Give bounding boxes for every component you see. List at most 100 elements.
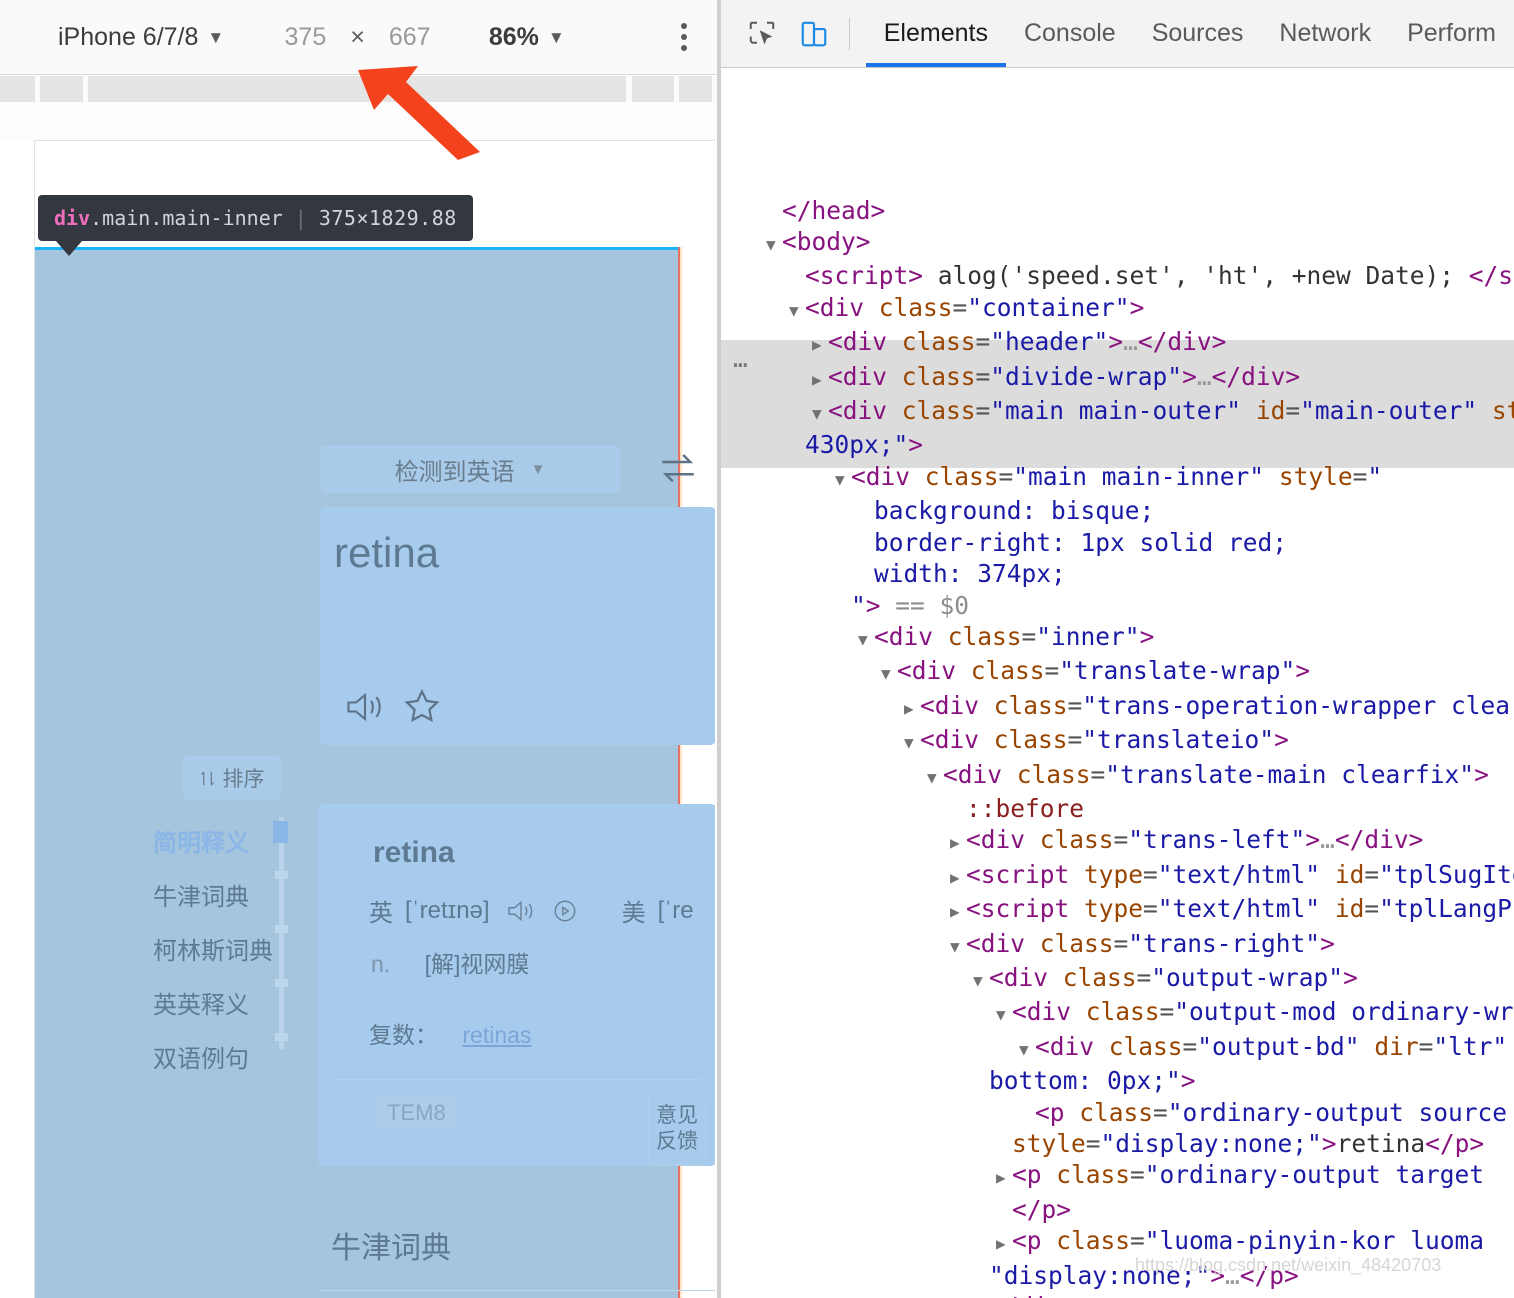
tab-sources[interactable]: Sources <box>1134 1 1262 67</box>
viewport-height-input[interactable] <box>386 21 443 53</box>
plural-link[interactable]: retinas <box>462 1022 531 1048</box>
dom-node-line[interactable]: style="display:none;">retina</p> <box>721 1128 1514 1159</box>
sidebar-item-bilingual-examples[interactable]: 双语例句 <box>145 1029 285 1083</box>
twisty-collapsed-icon[interactable] <box>950 862 966 893</box>
media-query-segment[interactable] <box>632 76 674 102</box>
dom-node-line[interactable]: <div class="main main-outer" id="main-ou… <box>721 395 1514 429</box>
dom-node-line[interactable]: <div class="header">…</div> <box>721 326 1514 360</box>
dom-node-line[interactable]: <div class="trans-right"> <box>721 928 1514 962</box>
tab-label: Console <box>1023 19 1116 47</box>
dom-token: <div <box>805 292 879 322</box>
media-query-segment[interactable] <box>679 76 712 102</box>
dom-token: > <box>1129 292 1145 322</box>
dom-node-line[interactable]: <div class="translateio"> <box>721 724 1514 758</box>
dom-node-line[interactable]: 430px;"> <box>721 429 1514 460</box>
dom-token: = <box>1143 894 1158 924</box>
tab-performance[interactable]: Perform <box>1389 1 1514 67</box>
dom-token: "translateio" <box>1082 725 1275 755</box>
dom-node-line[interactable]: </p> <box>721 1194 1514 1225</box>
twisty-collapsed-icon[interactable] <box>950 896 966 927</box>
viewport-width-input[interactable] <box>274 21 329 53</box>
swap-arrows-icon[interactable] <box>655 448 701 490</box>
dom-node-line[interactable]: <div class="translate-main clearfix"> <box>721 759 1514 793</box>
replay-circle-icon[interactable] <box>550 898 580 924</box>
twisty-expanded-icon[interactable] <box>858 624 874 655</box>
dom-node-line[interactable]: <div class="output-mod ordinary-wra <box>721 996 1514 1030</box>
devtools-panel: Elements Console Sources Network Perform… <box>721 0 1514 1298</box>
twisty-collapsed-icon[interactable] <box>812 364 828 395</box>
oxford-divider <box>318 1290 715 1291</box>
dom-node-line[interactable]: <div class="translate-wrap"> <box>721 655 1514 689</box>
dom-node-line[interactable]: <p class="luoma-pinyin-kor luoma <box>721 1225 1514 1259</box>
inspect-element-icon[interactable] <box>743 12 781 56</box>
twisty-expanded-icon[interactable] <box>812 398 828 429</box>
sidebar-item-oxford[interactable]: 牛津词典 <box>145 867 285 921</box>
media-query-segment[interactable] <box>0 76 35 102</box>
tab-network[interactable]: Network <box>1261 1 1389 67</box>
dom-node-line[interactable]: <p class="ordinary-output target <box>721 1159 1514 1193</box>
dom-node-line[interactable]: </head> <box>721 195 1514 226</box>
dom-node-line[interactable]: <div class="container"> <box>721 292 1514 326</box>
twisty-collapsed-icon[interactable] <box>950 827 966 858</box>
dom-token: <div <box>943 759 1017 789</box>
twisty-expanded-icon[interactable] <box>927 762 943 793</box>
twisty-expanded-icon[interactable] <box>1019 1034 1035 1065</box>
twisty-collapsed-icon[interactable] <box>812 329 828 360</box>
device-toolbar-icon[interactable] <box>795 12 833 56</box>
dictionary-side-nav[interactable]: 简明释义 牛津词典 柯林斯词典 英英释义 双语例句 <box>145 813 285 1083</box>
dom-node-line[interactable]: <div class="inner"> <box>721 621 1514 655</box>
nav-label: 双语例句 <box>153 1045 249 1073</box>
twisty-expanded-icon[interactable] <box>950 931 966 962</box>
dom-node-line[interactable]: bottom: 0px;"> <box>721 1065 1514 1096</box>
dom-node-line[interactable]: <div class="output-wrap"> <box>721 962 1514 996</box>
dom-node-line[interactable]: background: bisque; <box>721 495 1514 526</box>
twisty-collapsed-icon[interactable] <box>996 1162 1012 1193</box>
device-preset-dropdown[interactable]: iPhone 6/7/8 ▼ <box>58 23 224 52</box>
dom-token: > <box>865 590 881 620</box>
speaker-icon[interactable] <box>345 689 385 725</box>
dom-node-line[interactable]: <body> <box>721 226 1514 260</box>
language-detect-dropdown[interactable]: 检测到英语 ▼ <box>320 445 620 493</box>
dom-node-line[interactable]: "> == $0 <box>721 590 1514 621</box>
twisty-collapsed-icon[interactable] <box>904 693 920 724</box>
sidebar-item-english-english[interactable]: 英英释义 <box>145 975 285 1029</box>
twisty-expanded-icon[interactable] <box>973 965 989 996</box>
sidebar-item-brief-definition[interactable]: 简明释义 <box>145 813 285 867</box>
tab-console[interactable]: Console <box>1006 1 1134 67</box>
dom-token: <body> <box>782 227 871 257</box>
twisty-collapsed-icon[interactable] <box>996 1228 1012 1259</box>
dom-node-line[interactable]: <script type="text/html" id="tplSugIte <box>721 859 1514 893</box>
kebab-menu-icon[interactable] <box>681 18 689 56</box>
speaker-icon[interactable] <box>506 898 536 924</box>
twisty-expanded-icon[interactable] <box>789 295 805 326</box>
zoom-level-dropdown[interactable]: 86% ▼ <box>489 23 565 52</box>
dom-node-line[interactable]: </div> <box>721 1291 1514 1298</box>
dom-node-line[interactable]: border-right: 1px solid red; <box>721 527 1514 558</box>
media-query-segment[interactable] <box>40 76 83 102</box>
dom-node-line[interactable]: <div class="trans-operation-wrapper clea… <box>721 690 1514 724</box>
dom-node-line[interactable]: "display:none;">…</p> <box>721 1260 1514 1291</box>
twisty-expanded-icon[interactable] <box>835 464 851 495</box>
dom-node-line[interactable]: <script> alog('speed.set', 'ht', +new Da… <box>721 260 1514 291</box>
dom-node-line[interactable]: <div class="divide-wrap">…</div> <box>721 361 1514 395</box>
star-outline-icon[interactable] <box>403 687 441 725</box>
feedback-button[interactable]: 意见 反馈 <box>648 1093 706 1165</box>
twisty-expanded-icon[interactable] <box>904 727 920 758</box>
dom-node-line[interactable]: <script type="text/html" id="tplLangPr <box>721 893 1514 927</box>
dom-token: class <box>1056 1226 1131 1256</box>
sort-button[interactable]: 排序 <box>183 756 281 800</box>
dom-node-line[interactable]: ::before <box>721 793 1514 824</box>
twisty-expanded-icon[interactable] <box>996 999 1012 1030</box>
sidebar-item-collins[interactable]: 柯林斯词典 <box>145 921 285 975</box>
twisty-expanded-icon[interactable] <box>766 229 782 260</box>
dom-node-line[interactable]: width: 374px; <box>721 558 1514 589</box>
emulated-page-viewport[interactable]: 检测到英语 ▼ retina 排序 简明释义 牛津词典 柯林斯词典 英英释义 双… <box>34 140 715 1298</box>
dom-token: > <box>1321 1129 1337 1158</box>
dom-node-line[interactable]: <p class="ordinary-output source <box>721 1097 1514 1128</box>
tab-elements[interactable]: Elements <box>866 1 1006 67</box>
dom-node-line[interactable]: <div class="main main-inner" style=" <box>721 461 1514 495</box>
dom-tree[interactable]: … </head><body><script> alog('speed.set'… <box>721 69 1514 1298</box>
dom-node-line[interactable]: <div class="output-bd" dir="ltr" <box>721 1031 1514 1065</box>
twisty-expanded-icon[interactable] <box>881 658 897 689</box>
dom-node-line[interactable]: <div class="trans-left">…</div> <box>721 824 1514 858</box>
